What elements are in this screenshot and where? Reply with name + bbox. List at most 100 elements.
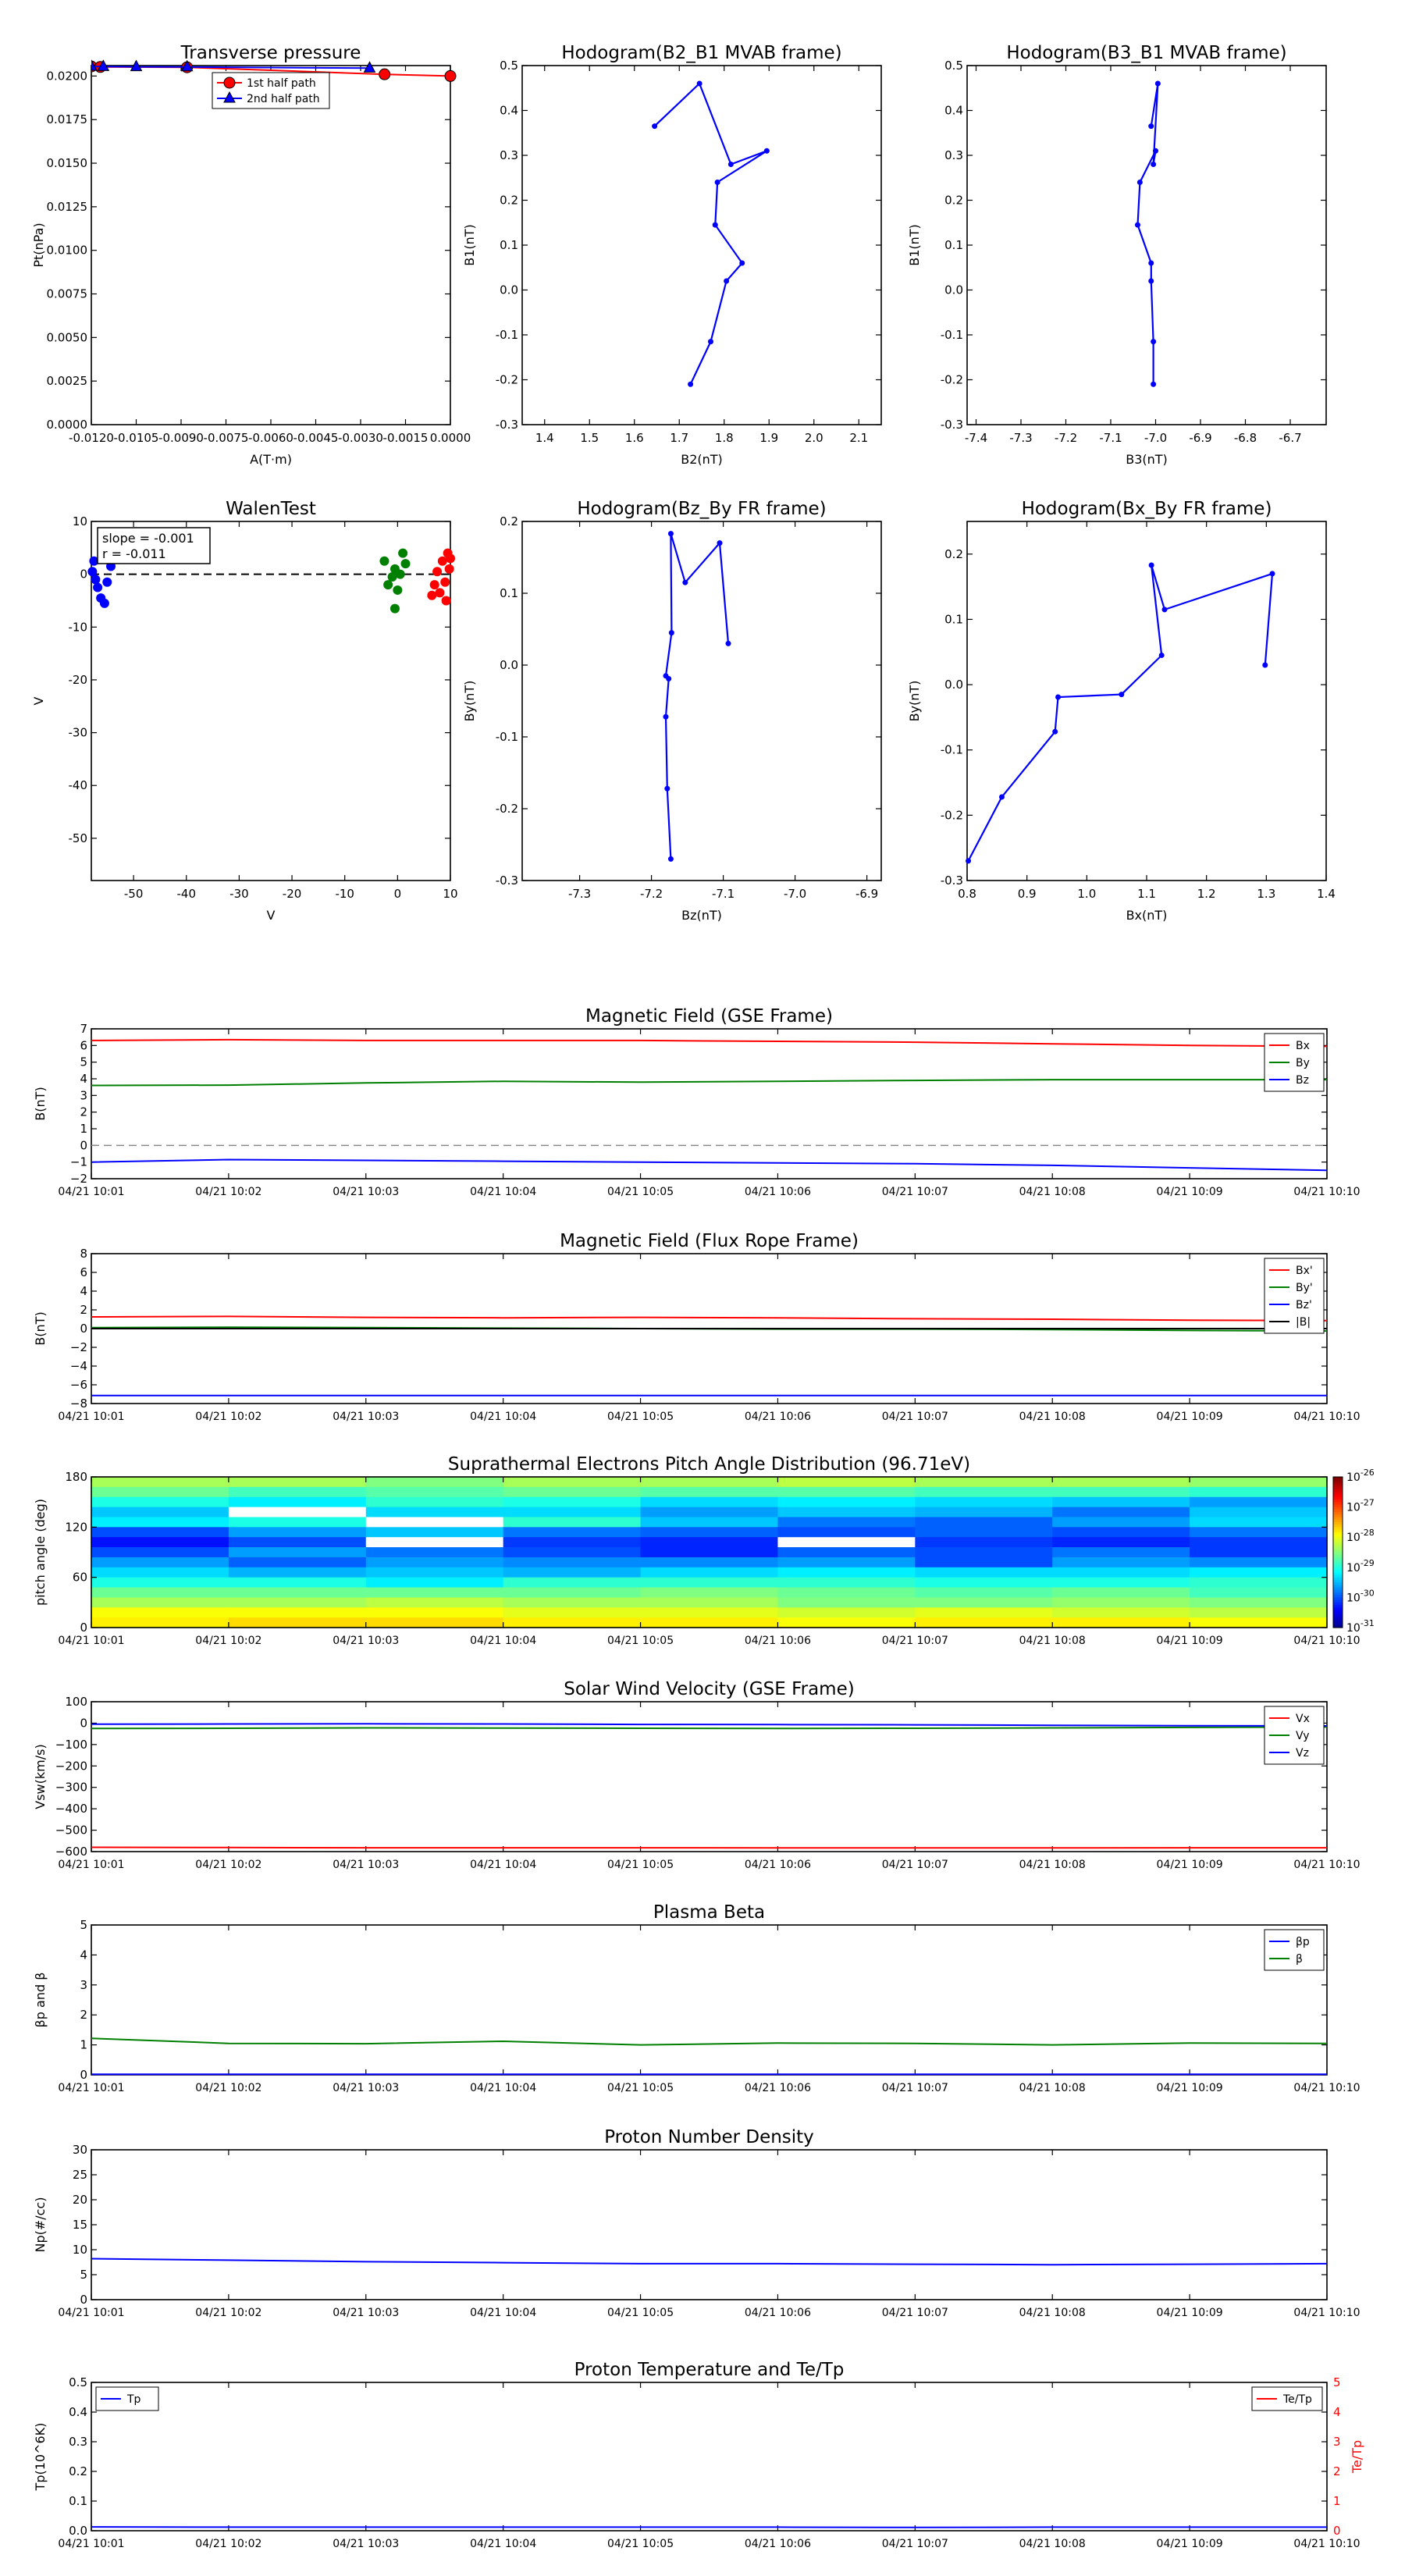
x-tick-label: 1.4 (535, 431, 554, 445)
plot-frame (521, 521, 882, 881)
y-tick-label: 0.4 (944, 104, 963, 118)
x-tick-label: 04/21 10:05 (607, 2307, 674, 2319)
heatmap-cell (228, 1567, 367, 1578)
data-point (379, 556, 389, 566)
chart-pitch-angle-distribution: Suprathermal Electrons Pitch Angle Distr… (33, 1454, 1375, 1647)
y-tick-label: −100 (55, 1738, 87, 1752)
y-tick-label: 1 (80, 1122, 87, 1136)
y-tick-label: 0.2 (944, 194, 963, 208)
y-tick-label: -0.1 (941, 743, 963, 757)
legend-label: By (1296, 1057, 1310, 1069)
y-tick-label: 0.3 (69, 2435, 87, 2449)
hodogram-point (966, 858, 972, 864)
x-tick-label: -0.0120 (69, 431, 114, 445)
heatmap-cell (640, 1477, 779, 1488)
x-tick-label: 04/21 10:08 (1019, 1635, 1086, 1647)
heatmap-cell (915, 1547, 1053, 1558)
heatmap-cell (1190, 1486, 1328, 1498)
data-point (395, 569, 405, 579)
heatmap-cell (91, 1587, 229, 1598)
y-tick-label: -10 (69, 620, 88, 634)
x-tick-label: -7.3 (568, 887, 591, 901)
y-axis-label: By(nT) (907, 681, 922, 722)
chart-mag_fr: Magnetic Field (Flux Rope Frame) B(nT) 8 6 4… (33, 1231, 1361, 1423)
colorbar-tick-label: 10-26 (1346, 1468, 1375, 1484)
x-tick-label: -6.7 (1279, 431, 1301, 445)
chart-hodo1: Hodogram(B2_B1 MVAB frame) B2(nT) B1(nT) 1.… (462, 43, 882, 467)
y-tick-label: 60 (73, 1571, 87, 1585)
heatmap-cell (228, 1577, 367, 1589)
hodogram-point (998, 794, 1005, 800)
x-tick-label: 04/21 10:09 (1157, 2082, 1223, 2094)
y-tick-label: −600 (55, 1845, 87, 1859)
heatmap-cell (365, 1496, 504, 1508)
heatmap-cell (640, 1496, 779, 1508)
x-axis-label: B3(nT) (1126, 452, 1168, 467)
heatmap-cell (228, 1597, 367, 1608)
y-tick-label: 0.1 (944, 612, 963, 626)
x-tick-label: 04/21 10:01 (58, 1186, 124, 1198)
data-point (99, 598, 109, 608)
y-tick-label: 0.3 (944, 148, 963, 162)
data-point (432, 567, 443, 577)
heatmap-cell (777, 1607, 916, 1618)
series-line-3 (91, 1723, 1328, 1727)
x-tick-label: 04/21 10:07 (882, 2538, 948, 2550)
y-tick-label: -0.2 (496, 802, 518, 816)
x-tick-label: 04/21 10:04 (470, 1186, 536, 1198)
heatmap-cell (228, 1557, 367, 1568)
x-axis-label: Bz(nT) (681, 908, 722, 923)
heatmap-cell (365, 1527, 504, 1538)
hodogram-point (652, 123, 658, 130)
x-tick-label: 04/21 10:03 (333, 2082, 399, 2094)
colorbar-tick-base: 10 (1346, 1562, 1361, 1574)
y-axis-label: Pt(nPa) (31, 222, 46, 267)
y-axis-label: By(nT) (462, 681, 477, 722)
legend-label: By' (1296, 1282, 1313, 1294)
x-tick-label: 04/21 10:06 (745, 1186, 811, 1198)
chart-hodo4: Hodogram(Bx_By FR frame) Bx(nT) By(nT) 0.8 0… (907, 499, 1336, 923)
y-axis-label: pitch angle (deg) (33, 1499, 48, 1606)
legend: 1st half path 2nd half path (212, 72, 330, 109)
x-tick-label: 1.3 (1257, 887, 1275, 901)
x-tick-label: 2.1 (849, 431, 868, 445)
y-tick-label: 0.3 (500, 148, 518, 162)
x-tick-label: 04/21 10:08 (1019, 2307, 1086, 2319)
chart-title: Hodogram(Bz_By FR frame) (577, 499, 826, 519)
x-tick-label: 04/21 10:10 (1293, 1186, 1360, 1198)
heatmap-cell (91, 1607, 229, 1618)
x-tick-label: -0.0030 (338, 431, 383, 445)
hodogram-point (717, 540, 723, 546)
x-tick-label: 0.0000 (430, 431, 471, 445)
heatmap-cell (777, 1547, 916, 1558)
y2-tick-label: 5 (1333, 2375, 1341, 2389)
y-axis-label: βp and β (33, 1973, 48, 2028)
y-tick-label: 10 (73, 2243, 87, 2257)
hodogram-point (1119, 692, 1125, 698)
series-line-1 (91, 2526, 1327, 2528)
colorbar-tick-base: 10 (1346, 1592, 1361, 1604)
x-tick-label: 04/21 10:06 (745, 2307, 811, 2319)
annotation-box: slope = -0.001r = -0.011 (97, 527, 211, 564)
legend-label: Vz (1296, 1747, 1309, 1759)
x-tick-label: -6.9 (855, 887, 878, 901)
chart-walen-test: WalenTest V V -50 -40 -30 -20 -10 0 10 -50 -40 -30 -2… (31, 499, 458, 923)
heatmap-cell (503, 1597, 642, 1608)
x-tick-label: 04/21 10:04 (470, 1859, 536, 1871)
heatmap-cell (915, 1537, 1053, 1548)
x-tick-label: 04/21 10:06 (745, 1859, 811, 1871)
heatmap-cell (915, 1557, 1053, 1568)
y-axis-label: Tp(10^6K) (33, 2423, 48, 2492)
x-tick-label: 1.4 (1317, 887, 1336, 901)
y-tick-label: 0.0 (500, 283, 518, 297)
y-tick-label: 0 (80, 2068, 87, 2082)
y-tick-label: 180 (65, 1470, 87, 1484)
plot-frame (966, 65, 1327, 425)
y-tick-label: 0 (80, 1621, 87, 1635)
data-point (387, 572, 397, 582)
x-tick-label: 04/21 10:08 (1019, 1411, 1086, 1423)
colorbar-tick-base: 10 (1346, 1532, 1361, 1544)
y-tick-label: 0.1 (500, 586, 518, 600)
legend: Bx' By' Bz' |B| (1264, 1258, 1325, 1334)
data-point-triangle (363, 61, 376, 73)
